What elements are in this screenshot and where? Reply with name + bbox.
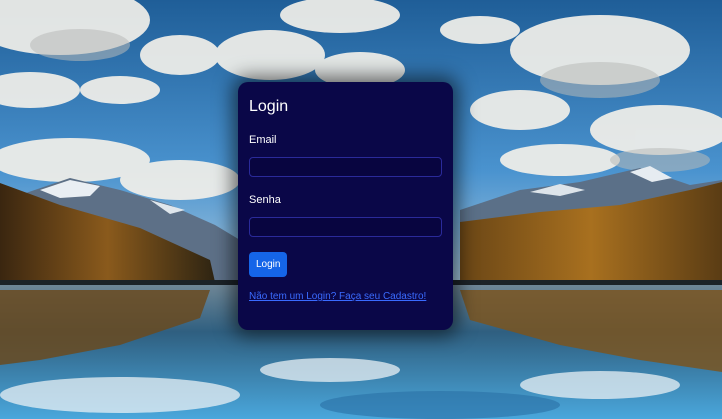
email-label: Email <box>249 134 277 146</box>
page-background: Login Email Senha Login Não tem um Login… <box>0 0 722 419</box>
email-field[interactable] <box>249 157 442 177</box>
login-title: Login <box>249 98 289 115</box>
password-field[interactable] <box>249 217 442 237</box>
login-button[interactable]: Login <box>249 252 288 277</box>
password-label: Senha <box>249 194 281 206</box>
login-card: Login Email Senha Login Não tem um Login… <box>238 82 453 330</box>
signup-link[interactable]: Não tem um Login? Faça seu Cadastro! <box>249 291 442 303</box>
